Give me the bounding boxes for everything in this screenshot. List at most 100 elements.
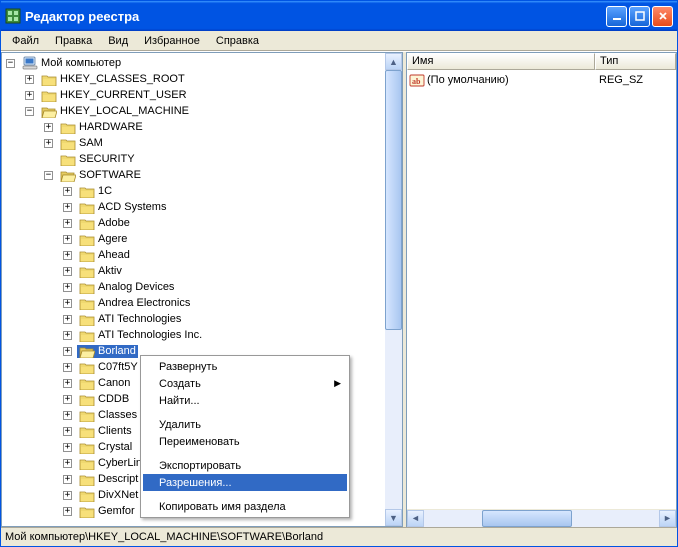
expand-icon[interactable]: +: [63, 267, 72, 276]
menu-edit[interactable]: Правка: [48, 34, 99, 48]
close-button[interactable]: [652, 6, 673, 27]
folder-icon: [79, 313, 95, 326]
context-copy-key[interactable]: Копировать имя раздела: [143, 498, 347, 515]
scroll-thumb[interactable]: [482, 510, 572, 527]
expand-icon[interactable]: +: [63, 491, 72, 500]
maximize-button[interactable]: [629, 6, 650, 27]
folder-open-icon: [79, 345, 95, 358]
tree-hkcr[interactable]: +HKEY_CLASSES_ROOT: [25, 71, 385, 87]
context-export[interactable]: Экспортировать: [143, 457, 347, 474]
expand-icon[interactable]: +: [44, 123, 53, 132]
tree-vertical-scrollbar[interactable]: ▲ ▼: [385, 53, 402, 526]
scroll-track[interactable]: [424, 510, 659, 527]
values-pane: Имя Тип (По умолчанию) REG_SZ ◄ ►: [406, 52, 677, 527]
collapse-icon[interactable]: −: [44, 171, 53, 180]
folder-icon: [79, 249, 95, 262]
folder-icon: [41, 89, 57, 102]
folder-icon: [79, 281, 95, 294]
app-icon: [5, 8, 21, 24]
expand-icon[interactable]: +: [63, 427, 72, 436]
expand-icon[interactable]: +: [63, 443, 72, 452]
scroll-up-button[interactable]: ▲: [385, 53, 402, 70]
context-expand[interactable]: Развернуть: [143, 358, 347, 375]
window: Редактор реестра Файл Правка Вид Избранн…: [0, 0, 678, 547]
statusbar: Мой компьютер\HKEY_LOCAL_MACHINE\SOFTWAR…: [1, 527, 677, 546]
column-header-name[interactable]: Имя: [407, 53, 595, 70]
tree-hklm[interactable]: − HKEY_LOCAL_MACHINE: [25, 103, 385, 119]
expand-icon[interactable]: +: [63, 459, 72, 468]
menubar: Файл Правка Вид Избранное Справка: [1, 31, 677, 51]
context-new[interactable]: Создать▶: [143, 375, 347, 392]
values-horizontal-scrollbar[interactable]: ◄ ►: [407, 509, 676, 526]
titlebar[interactable]: Редактор реестра: [1, 1, 677, 31]
tree-label: Ahead: [98, 249, 130, 261]
folder-icon: [79, 425, 95, 438]
tree-label: SECURITY: [79, 153, 135, 165]
expand-icon[interactable]: +: [63, 347, 72, 356]
folder-icon: [60, 153, 76, 166]
tree-software-child[interactable]: + Ahead: [63, 247, 385, 263]
tree-software-child[interactable]: +Aktiv: [63, 263, 385, 279]
expand-icon[interactable]: +: [63, 299, 72, 308]
expand-icon[interactable]: +: [63, 379, 72, 388]
expand-icon[interactable]: +: [63, 363, 72, 372]
expand-icon[interactable]: +: [63, 187, 72, 196]
tree-software-child[interactable]: +Analog Devices: [63, 279, 385, 295]
scroll-left-button[interactable]: ◄: [407, 510, 424, 527]
menu-help[interactable]: Справка: [209, 34, 266, 48]
value-row[interactable]: (По умолчанию) REG_SZ: [407, 71, 676, 88]
expand-icon[interactable]: +: [25, 75, 34, 84]
menu-view[interactable]: Вид: [101, 34, 135, 48]
context-permissions[interactable]: Разрешения...: [143, 474, 347, 491]
column-header-type[interactable]: Тип: [595, 53, 676, 70]
tree-software-child[interactable]: +Andrea Electronics: [63, 295, 385, 311]
context-find[interactable]: Найти...: [143, 392, 347, 409]
tree-security[interactable]: SECURITY: [44, 151, 385, 167]
menu-favorites[interactable]: Избранное: [137, 34, 207, 48]
collapse-icon[interactable]: −: [6, 59, 15, 68]
context-rename[interactable]: Переименовать: [143, 433, 347, 450]
scroll-right-button[interactable]: ►: [659, 510, 676, 527]
expand-icon[interactable]: +: [44, 139, 53, 148]
folder-open-icon: [41, 105, 57, 118]
scroll-track[interactable]: [385, 70, 402, 509]
tree-label: Мой компьютер: [41, 57, 121, 69]
tree-sam[interactable]: +SAM: [44, 135, 385, 151]
tree-software-child[interactable]: + ATI Technologies: [63, 311, 385, 327]
folder-icon: [79, 217, 95, 230]
context-delete[interactable]: Удалить: [143, 416, 347, 433]
expand-icon[interactable]: +: [63, 235, 72, 244]
tree-software-child[interactable]: +Agere: [63, 231, 385, 247]
tree-software-child[interactable]: +Adobe: [63, 215, 385, 231]
tree-label: C07ft5Y: [98, 361, 138, 373]
tree-software-child[interactable]: +ATI Technologies Inc.: [63, 327, 385, 343]
expand-icon[interactable]: +: [63, 507, 72, 516]
scroll-down-button[interactable]: ▼: [385, 509, 402, 526]
expand-icon[interactable]: +: [63, 203, 72, 212]
tree-software[interactable]: −SOFTWARE: [44, 167, 385, 183]
expand-icon[interactable]: +: [63, 411, 72, 420]
minimize-button[interactable]: [606, 6, 627, 27]
tree-hardware[interactable]: +HARDWARE: [44, 119, 385, 135]
menu-file[interactable]: Файл: [5, 34, 46, 48]
expand-icon[interactable]: +: [63, 283, 72, 292]
expand-icon[interactable]: +: [63, 315, 72, 324]
expand-icon[interactable]: +: [25, 91, 34, 100]
expand-icon[interactable]: +: [63, 251, 72, 260]
tree-software-child[interactable]: +ACD Systems: [63, 199, 385, 215]
folder-icon: [79, 473, 95, 486]
tree-software-child[interactable]: +1C: [63, 183, 385, 199]
expand-icon[interactable]: +: [63, 475, 72, 484]
tree-label: HKEY_LOCAL_MACHINE: [60, 105, 189, 117]
expand-icon[interactable]: +: [63, 219, 72, 228]
tree-hkcu[interactable]: +HKEY_CURRENT_USER: [25, 87, 385, 103]
collapse-icon[interactable]: −: [25, 107, 34, 116]
expand-icon[interactable]: +: [63, 331, 72, 340]
expand-icon[interactable]: +: [63, 395, 72, 404]
tree-label: ATI Technologies: [98, 313, 181, 325]
scroll-thumb[interactable]: [385, 70, 402, 330]
tree-label: CyberLin: [98, 457, 142, 469]
values-list[interactable]: (По умолчанию) REG_SZ: [407, 70, 676, 509]
tree-label: Clients: [98, 425, 132, 437]
tree-root[interactable]: − Мой компьютер: [6, 55, 385, 71]
